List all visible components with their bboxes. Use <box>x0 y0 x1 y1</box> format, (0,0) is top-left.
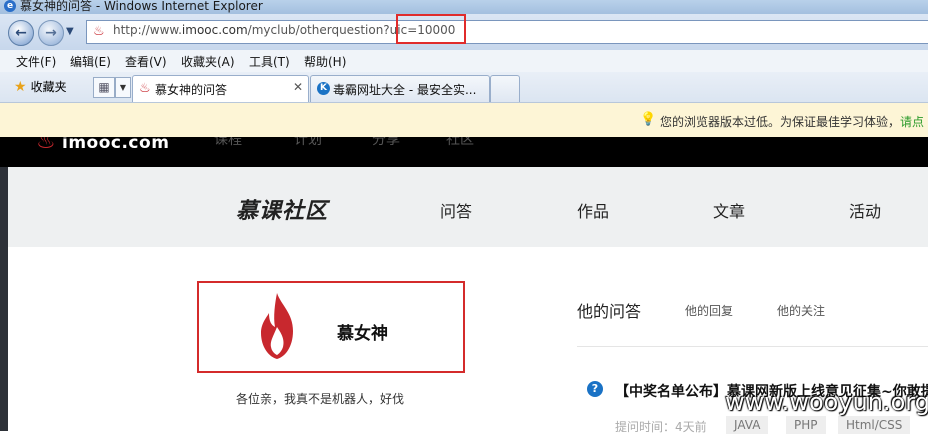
window-left-edge <box>0 167 8 431</box>
tab-imooc[interactable]: ♨ 慕女神的问答 ✕ <box>132 75 309 102</box>
site-nav-community[interactable]: 社区 <box>446 137 474 149</box>
site-nav-share[interactable]: 分享 <box>372 137 400 149</box>
menu-edit[interactable]: 编辑(E) <box>70 53 111 70</box>
site-logo[interactable]: imooc.com <box>62 137 169 153</box>
history-dropdown-icon[interactable]: ▼ <box>66 26 74 37</box>
ie-icon: e <box>4 0 16 12</box>
site-favicon-icon: ♨ <box>93 24 105 39</box>
lightbulb-icon: 💡 <box>640 112 657 127</box>
favorites-label: 收藏夹 <box>30 80 67 94</box>
site-header: ♨ imooc.com 课程 计划 分享 社区 <box>0 137 928 167</box>
tab-his-questions[interactable]: 他的问答 <box>577 298 641 322</box>
menu-tools[interactable]: 工具(T) <box>249 53 290 70</box>
url-domain: imooc.com <box>181 23 248 37</box>
browser-warning-bar: 💡 您的浏览器版本过低。为保证最佳学习体验，请点 <box>0 103 928 138</box>
new-tab-button[interactable] <box>490 75 520 102</box>
tag-java[interactable]: JAVA <box>726 416 769 434</box>
flame-avatar-icon <box>261 293 293 359</box>
duba-tab-icon: K <box>317 82 330 95</box>
tag-html-css[interactable]: Html/CSS <box>838 416 911 434</box>
warning-text: 您的浏览器版本过低。为保证最佳学习体验， <box>660 115 901 129</box>
menu-help[interactable]: 帮助(H) <box>304 53 346 70</box>
favorites-button[interactable]: ★ 收藏夹 <box>14 78 67 95</box>
site-nav-plans[interactable]: 计划 <box>294 137 322 149</box>
quick-tabs-icon[interactable]: ▦ <box>93 77 115 98</box>
tab-bar: ★ 收藏夹 ▦ ▼ ♨ 慕女神的问答 ✕ K 毒霸网址大全 - 最安全实... <box>0 72 928 103</box>
tab-duba[interactable]: K 毒霸网址大全 - 最安全实... <box>310 75 490 102</box>
question-time: 提问时间：4天前 <box>615 420 707 434</box>
imooc-flame-icon: ♨ <box>36 137 56 154</box>
tab-label: 毒霸网址大全 - 最安全实... <box>333 83 477 97</box>
question-icon: ? <box>587 381 603 397</box>
tab-his-follows[interactable]: 他的关注 <box>777 302 825 319</box>
menu-favorites[interactable]: 收藏夹(A) <box>181 53 235 70</box>
nav-works[interactable]: 作品 <box>577 198 609 222</box>
close-icon[interactable]: ✕ <box>293 80 303 94</box>
tab-his-replies[interactable]: 他的回复 <box>685 302 733 319</box>
divider <box>577 346 928 347</box>
imooc-tab-icon: ♨ <box>139 81 151 96</box>
profile-card: 慕女神 <box>197 281 465 373</box>
back-button[interactable]: ← <box>8 20 34 46</box>
menu-file[interactable]: 文件(F) <box>16 53 56 70</box>
watermark: www.wooyun.org <box>725 388 928 416</box>
profile-bio: 各位亲，我真不是机器人，好伐 <box>236 392 405 406</box>
warning-link[interactable]: 请点 <box>900 115 924 129</box>
community-brand[interactable]: 慕课社区 <box>236 193 328 225</box>
tag-php[interactable]: PHP <box>786 416 826 434</box>
site-nav-courses[interactable]: 课程 <box>214 137 242 149</box>
url-prefix: http://www. <box>113 23 182 37</box>
tab-label: 慕女神的问答 <box>155 83 228 97</box>
uid-highlight-box <box>396 14 466 44</box>
tab-list-dropdown-icon[interactable]: ▼ <box>115 77 131 98</box>
profile-name: 慕女神 <box>337 324 388 344</box>
window-titlebar: e 慕女神的问答 - Windows Internet Explorer <box>0 0 928 14</box>
nav-articles[interactable]: 文章 <box>713 198 745 222</box>
star-icon: ★ <box>14 79 27 95</box>
menu-view[interactable]: 查看(V) <box>125 53 167 70</box>
forward-button[interactable]: → <box>38 20 64 46</box>
window-title: 慕女神的问答 - Windows Internet Explorer <box>20 0 263 13</box>
nav-questions[interactable]: 问答 <box>440 198 472 222</box>
address-bar[interactable]: ♨ http://www.imooc.com/myclub/otherquest… <box>86 20 928 44</box>
community-nav: 慕课社区 问答 作品 文章 活动 <box>8 167 928 247</box>
warning-message: 您的浏览器版本过低。为保证最佳学习体验，请点 <box>660 113 924 130</box>
menu-bar: 文件(F) 编辑(E) 查看(V) 收藏夹(A) 工具(T) 帮助(H) <box>0 50 928 73</box>
nav-events[interactable]: 活动 <box>849 198 881 222</box>
